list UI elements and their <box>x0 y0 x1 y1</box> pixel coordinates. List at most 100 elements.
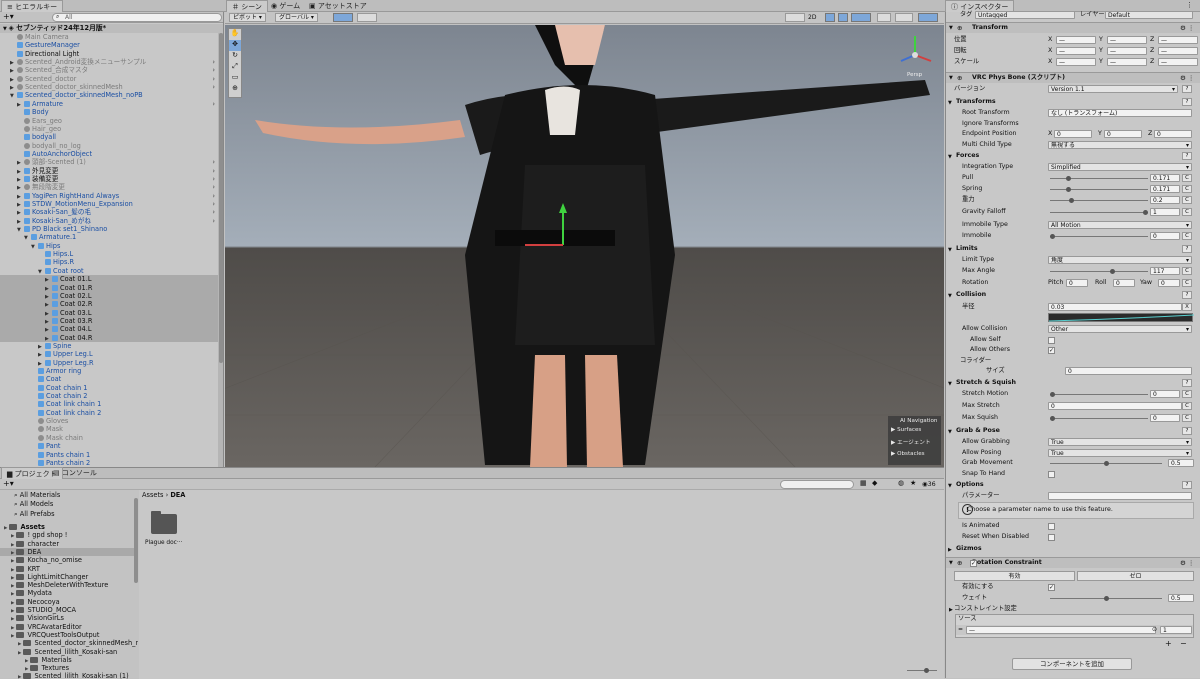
hierarchy-row[interactable]: Coat link chain 1 <box>0 400 218 408</box>
hierarchy-row[interactable]: Ears_geo <box>0 117 218 125</box>
max-stretch-field[interactable]: 0 <box>1048 402 1182 410</box>
hierarchy-row[interactable]: ▶ YagiPen RightHand Always › <box>0 192 218 200</box>
hierarchy-row[interactable]: ▼ Hips <box>0 242 218 250</box>
hierarchy-row[interactable]: ▼ Coat root <box>0 267 218 275</box>
hierarchy-row[interactable]: Main Camera <box>0 33 218 41</box>
transform-rotation-z-field[interactable]: — <box>1158 47 1198 55</box>
hierarchy-row[interactable]: ▶ Scented_合成マスタ › <box>0 66 218 74</box>
hierarchy-row[interactable]: Pants chain 1 <box>0 451 218 459</box>
endpoint-y-field[interactable]: 0 <box>1104 130 1142 138</box>
hand-tool-icon[interactable]: ✋ <box>229 29 241 40</box>
transform-tool-icon[interactable]: ⊕ <box>229 84 241 95</box>
expand-arrow-icon[interactable]: ▶ <box>11 592 14 597</box>
grab-movement-value[interactable]: 0.5 <box>1168 459 1194 467</box>
slider-knob[interactable] <box>1068 198 1074 203</box>
curve-button[interactable]: C <box>1182 279 1192 287</box>
zero-button[interactable]: ゼロ <box>1077 571 1194 581</box>
transform-scale-x-field[interactable]: — <box>1056 58 1096 66</box>
hierarchy-row[interactable]: Pants chain 2 <box>0 459 218 467</box>
tab-hierarchy[interactable]: ≡ ヒエラルキー <box>1 0 64 12</box>
project-folder-row[interactable]: ▶! gpd shop ! <box>0 531 134 539</box>
stretch-motion-slider[interactable] <box>1050 392 1148 397</box>
project-folder-row[interactable]: ▶ Necocoya <box>0 598 134 606</box>
expand-arrow-icon[interactable]: ▶ <box>11 634 14 639</box>
hierarchy-row[interactable]: Mask <box>0 425 218 433</box>
slider-knob[interactable] <box>1103 596 1109 601</box>
hierarchy-row[interactable]: ▶ Spine <box>0 342 218 350</box>
immobile-slider-value[interactable]: 0 <box>1150 232 1180 240</box>
expand-arrow-icon[interactable]: ▶ <box>18 642 21 647</box>
hierarchy-row[interactable]: ▶ Coat 02.L <box>0 291 218 301</box>
hierarchy-row[interactable]: ▶ Coat 04.R <box>0 333 218 342</box>
project-tree-scrollbar[interactable] <box>134 498 138 583</box>
project-folder-row[interactable]: ▶ Mydata <box>0 589 134 597</box>
expand-arrow-icon[interactable]: ▶ <box>11 534 14 539</box>
scale-tool-icon[interactable]: ⤢ <box>229 62 241 73</box>
gizmos-toggle-button[interactable] <box>918 13 938 22</box>
gravity_falloff-slider[interactable] <box>1050 210 1148 215</box>
curve-button[interactable]: C <box>1182 196 1192 204</box>
immobile-type-dropdown[interactable]: All Motion ▾ <box>1048 221 1192 229</box>
hierarchy-row[interactable]: ▶ 外見変更 › <box>0 167 218 175</box>
prefab-open-icon[interactable]: › <box>212 158 215 166</box>
favorite-item[interactable]: ⌕ All Prefabs <box>14 510 55 518</box>
expand-arrow-icon[interactable]: ▶ <box>11 601 14 606</box>
create-asset-button[interactable]: +▾ <box>3 479 14 489</box>
hierarchy-row[interactable]: Hair_geo <box>0 125 218 133</box>
expand-arrow-icon[interactable]: ▶ <box>11 559 14 564</box>
snap-to-hand-checkbox[interactable] <box>1048 470 1055 478</box>
curve-button[interactable]: C <box>1182 390 1192 398</box>
tab-scene[interactable]: ＃ シーン <box>226 0 268 12</box>
prefab-open-icon[interactable]: › <box>212 75 215 83</box>
camera-settings-button[interactable] <box>895 13 913 22</box>
reset-checkbox[interactable] <box>1048 533 1055 541</box>
hierarchy-row[interactable]: ▶ 頭部-Scented (1) › <box>0 158 218 166</box>
hierarchy-row[interactable]: ▶ Scented_doctor › <box>0 75 218 83</box>
help-button[interactable]: ? <box>1182 98 1192 106</box>
slider-knob[interactable] <box>1065 187 1071 192</box>
prefab-open-icon[interactable]: › <box>212 66 215 74</box>
transform-position-x-field[interactable]: — <box>1056 36 1096 44</box>
gizmos-arrow-icon[interactable]: ▶ <box>948 545 952 555</box>
prefab-open-icon[interactable]: › <box>212 183 215 191</box>
grab-movement-slider[interactable] <box>1050 461 1162 466</box>
slider-knob[interactable] <box>1050 392 1055 397</box>
help-button[interactable]: ? <box>1182 85 1192 93</box>
curve-button[interactable]: C <box>1182 232 1192 240</box>
stretch-motion-slider-value[interactable]: 0 <box>1150 390 1180 398</box>
slider-knob[interactable] <box>1050 416 1055 421</box>
pivot-dropdown[interactable]: ピボット ▾ <box>229 13 266 22</box>
limit-type-dropdown[interactable]: 角度 ▾ <box>1048 256 1192 264</box>
favorite-item[interactable]: ⌕ All Materials <box>14 491 60 499</box>
radius-field[interactable]: 0.03 <box>1048 303 1182 311</box>
project-folder-row[interactable]: ▶ character <box>0 540 134 548</box>
add-component-button[interactable]: コンポーネントを追加 <box>1012 658 1132 670</box>
help-button[interactable]: ? <box>1182 481 1192 489</box>
hierarchy-row[interactable]: bodyall_no_log <box>0 142 218 150</box>
curve-button[interactable]: C <box>1182 402 1192 410</box>
hierarchy-row[interactable]: ▶ Coat 03.R <box>0 316 218 326</box>
help-button[interactable]: ? <box>1182 245 1192 253</box>
allow-posing-dropdown[interactable]: True ▾ <box>1048 449 1192 457</box>
expand-arrow-icon[interactable]: ▶ <box>25 667 28 672</box>
settings-arrow-icon[interactable]: ▶ <box>949 605 953 615</box>
hierarchy-row[interactable]: Hips.R <box>0 258 218 266</box>
allow-grabbing-dropdown[interactable]: True ▾ <box>1048 438 1192 446</box>
hierarchy-row[interactable]: ▶ Armature › <box>0 100 218 108</box>
project-folder-row[interactable]: ▶ Assets <box>0 523 134 531</box>
prefab-open-icon[interactable]: › <box>212 100 215 108</box>
expand-arrow-icon[interactable]: ▶ <box>25 659 28 664</box>
immobile-slider[interactable] <box>1050 234 1148 239</box>
help-button[interactable]: ? <box>1182 152 1192 160</box>
expand-arrow-icon[interactable]: ▶ <box>18 651 21 656</box>
hierarchy-row[interactable]: Body <box>0 108 218 116</box>
expand-arrow-icon[interactable]: ▶ <box>11 576 14 581</box>
transform-rotation-y-field[interactable]: — <box>1107 47 1147 55</box>
curve-button[interactable]: C <box>1182 174 1192 182</box>
project-folder-row[interactable]: ▶ Textures <box>0 664 134 672</box>
project-folder-row[interactable]: ▶ Kocha_no_omise <box>0 556 134 564</box>
lighting-toggle-button[interactable] <box>825 13 835 22</box>
effects-toggle-button[interactable] <box>851 13 871 22</box>
hierarchy-row[interactable]: Directional Light <box>0 50 218 58</box>
global-dropdown[interactable]: グローバル ▾ <box>275 13 318 22</box>
